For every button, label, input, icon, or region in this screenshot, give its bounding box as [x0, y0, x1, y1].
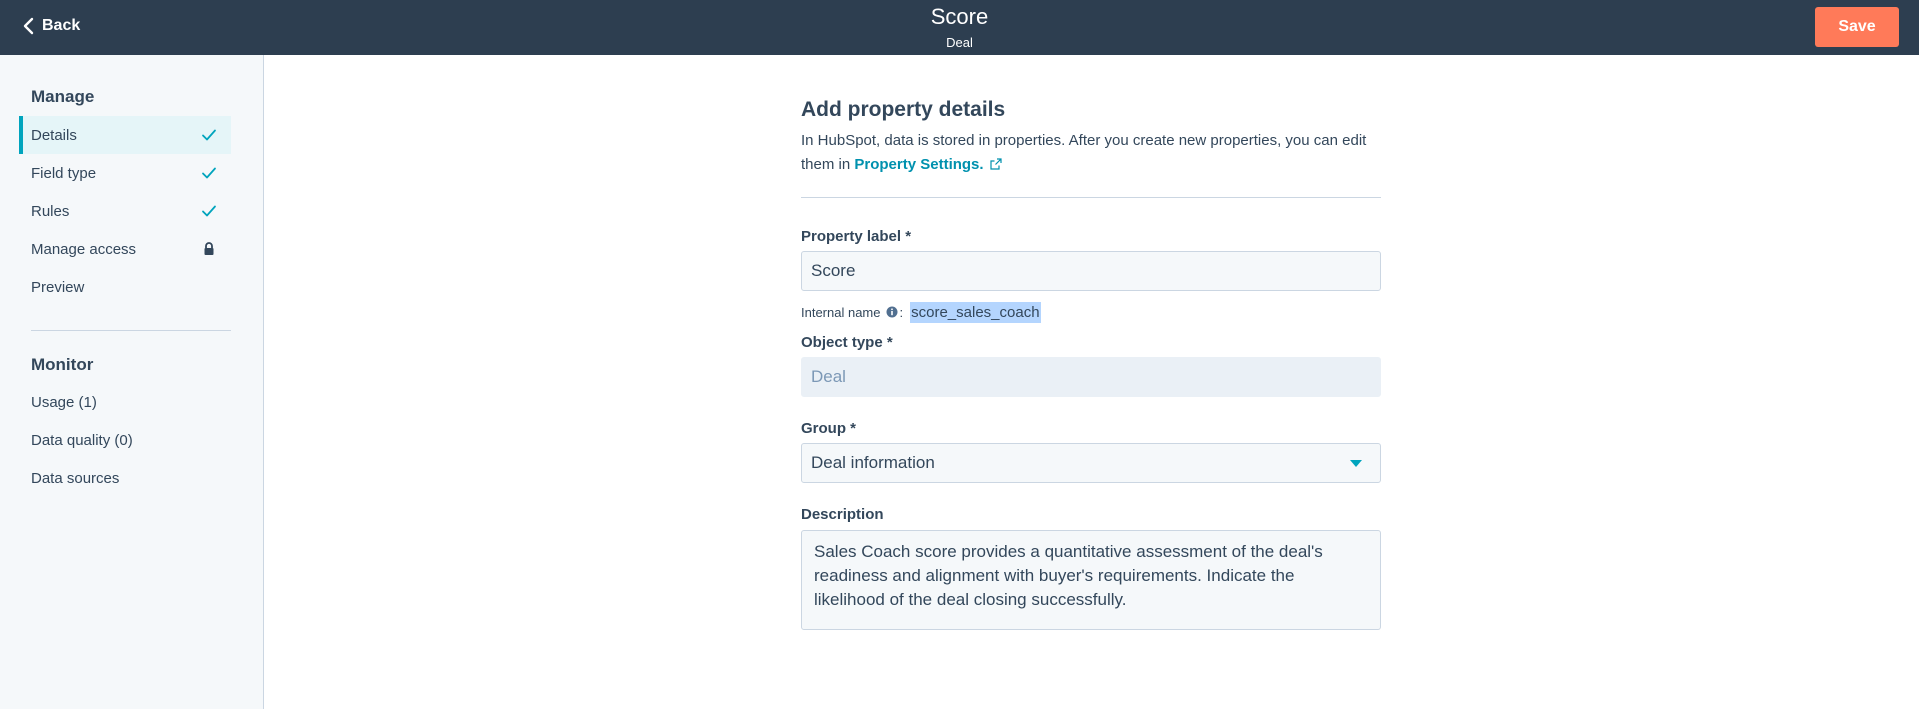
group-label: Group * — [801, 420, 856, 437]
sidebar-item-details[interactable]: Details — [19, 116, 231, 154]
sidebar-item-rules[interactable]: Rules — [19, 192, 231, 230]
sidebar-item-label: Data quality (0) — [31, 431, 133, 449]
page-title: Score — [930, 4, 989, 29]
sidebar: Manage Details Field type Rules Manage a… — [0, 55, 264, 709]
caret-down-icon — [1350, 460, 1362, 467]
property-label-label: Property label * — [801, 228, 912, 245]
sidebar-item-field-type[interactable]: Field type — [19, 154, 231, 192]
property-settings-link[interactable]: Property Settings. — [854, 156, 1002, 173]
sidebar-item-label: Field type — [31, 164, 97, 182]
check-icon — [202, 129, 216, 141]
check-icon — [202, 167, 216, 179]
group-select-value: Deal information — [811, 453, 935, 472]
top-bar: Back Score Deal Save — [0, 0, 1919, 55]
sidebar-item-label: Rules — [31, 202, 70, 220]
form-divider — [801, 197, 1381, 198]
info-icon[interactable] — [886, 306, 898, 318]
sidebar-item-label: Details — [31, 126, 77, 144]
sidebar-item-usage[interactable]: Usage (1) — [19, 383, 231, 421]
sidebar-divider — [31, 330, 231, 331]
group-select[interactable]: Deal information — [801, 443, 1381, 483]
external-link-icon — [989, 158, 1002, 170]
page-subtitle: Deal — [946, 35, 973, 50]
page-header: Score Deal — [0, 5, 1919, 52]
monitor-section-title: Monitor — [31, 355, 94, 374]
sidebar-item-data-sources[interactable]: Data sources — [19, 459, 231, 497]
internal-name-value[interactable]: score_sales_coach — [910, 301, 1041, 323]
internal-name-row: Internal name : score_sales_coach — [801, 300, 1041, 324]
sidebar-item-label: Preview — [31, 278, 85, 296]
form-heading: Add property details — [801, 98, 1006, 121]
description-label: Description — [801, 506, 884, 523]
object-type-label: Object type * — [801, 334, 893, 351]
sidebar-item-label: Manage access — [31, 240, 137, 258]
description-textarea[interactable]: Sales Coach score provides a quantitativ… — [801, 530, 1381, 630]
object-type-field: Deal — [801, 357, 1381, 397]
sidebar-item-label: Usage (1) — [31, 393, 97, 411]
colon-separator: : — [899, 304, 904, 320]
lock-icon — [204, 242, 214, 255]
save-button[interactable]: Save — [1815, 7, 1899, 47]
property-label-input[interactable]: Score — [801, 251, 1381, 291]
intro-text: In HubSpot, data is stored in properties… — [801, 129, 1381, 177]
sidebar-item-preview[interactable]: Preview — [19, 268, 231, 306]
sidebar-item-label: Data sources — [31, 469, 120, 487]
sidebar-item-data-quality[interactable]: Data quality (0) — [19, 421, 231, 459]
sidebar-item-manage-access[interactable]: Manage access — [19, 230, 231, 268]
manage-section-title: Manage — [31, 87, 95, 106]
internal-name-label: Internal name — [801, 304, 881, 320]
check-icon — [202, 205, 216, 217]
